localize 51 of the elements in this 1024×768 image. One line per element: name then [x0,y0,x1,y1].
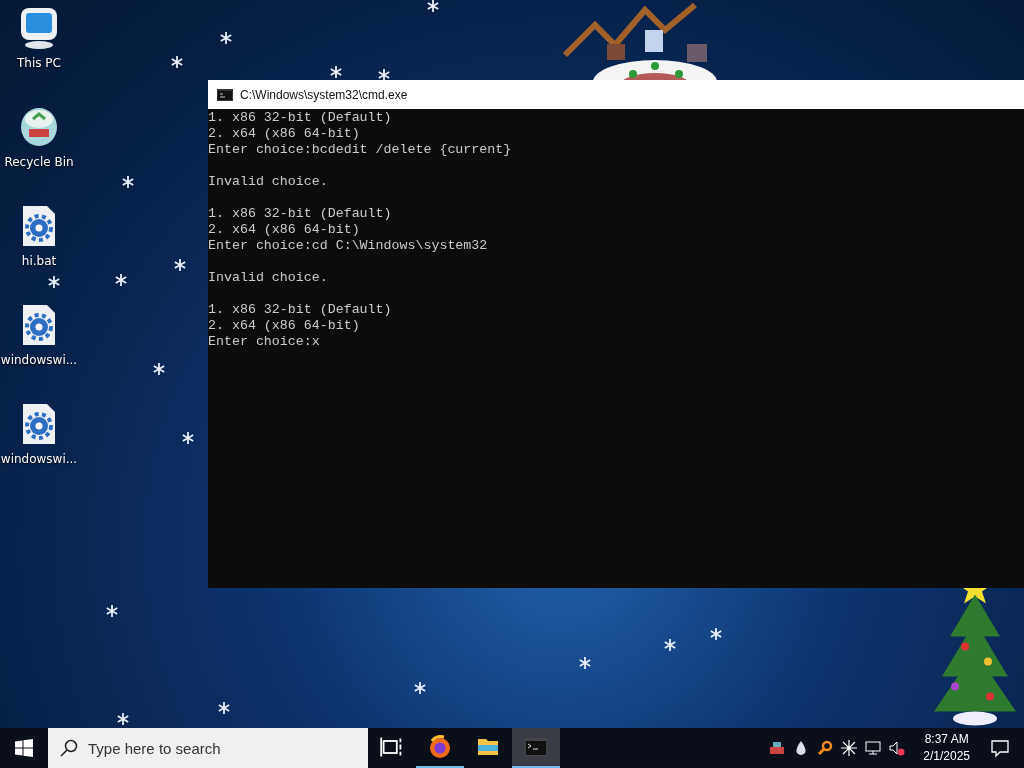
snowflake-icon [378,69,390,81]
clock[interactable]: 8:37 AM 2/1/2025 [913,731,980,765]
console-line: Invalid choice. [208,174,329,190]
printer-icon[interactable] [769,740,786,756]
snowflake-icon [115,274,127,286]
notification-icon[interactable] [990,738,1010,758]
snowflake-icon [153,363,165,375]
snowflake-icon [218,702,230,714]
window-title: C:\Windows\system32\cmd.exe [240,87,408,102]
snowflake-icon [579,657,591,669]
console-line: Enter choice:x [208,334,321,350]
snowflake-icon [174,259,186,271]
snowflake-icon [117,713,129,725]
snowflake-icon [122,176,134,188]
snowflake-icon [414,682,426,694]
snowflake-icon [664,639,676,651]
terminal-icon [217,88,233,101]
taskbar-app-button[interactable] [512,728,560,768]
desktop-icon-label[interactable]: windowswi... [0,353,78,367]
snowflake-icon [48,276,60,288]
console-line: 1. x86 32-bit (Default) [208,110,393,126]
magnifier-icon[interactable] [817,740,834,756]
console-line: Invalid choice. [208,270,329,286]
snowflake-icon [182,432,194,444]
console-line: 2. x64 (x86 64-bit) [208,222,361,238]
network-icon[interactable] [865,740,882,756]
terminal-icon [524,735,548,759]
clock-date: 2/1/2025 [923,748,970,765]
console-line: Enter choice:bcdedit /delete {current} [208,142,513,158]
snowflake-icon [220,32,232,44]
snowflake-icon [427,0,439,12]
console-line: 1. x86 32-bit (Default) [208,302,393,318]
clock-time: 8:37 AM [924,731,969,748]
task-view-icon [380,735,404,759]
windows-start-icon[interactable] [15,739,33,757]
browser-icon [428,735,452,759]
snowflake-icon [330,66,342,78]
snowflake-icon [710,628,722,640]
snowflake-icon [106,605,118,617]
speaker-muted-icon[interactable] [889,740,906,756]
desktop-icon-label[interactable]: hi.bat [21,254,57,268]
asterisk-icon[interactable] [841,740,858,756]
desktop-icon-label[interactable]: Recycle Bin [4,155,74,169]
console-line: Enter choice:cd C:\Windows\system32 [208,238,489,254]
console-line: 2. x64 (x86 64-bit) [208,126,361,142]
desktop-icon-label[interactable]: windowswi... [0,452,78,466]
desktop-icon-label[interactable]: This PC [17,56,61,70]
console-line: 1. x86 32-bit (Default) [208,206,393,222]
search-field[interactable]: Type here to search [48,728,368,768]
console-line: 2. x64 (x86 64-bit) [208,318,361,334]
snowflake-icon [171,56,183,68]
